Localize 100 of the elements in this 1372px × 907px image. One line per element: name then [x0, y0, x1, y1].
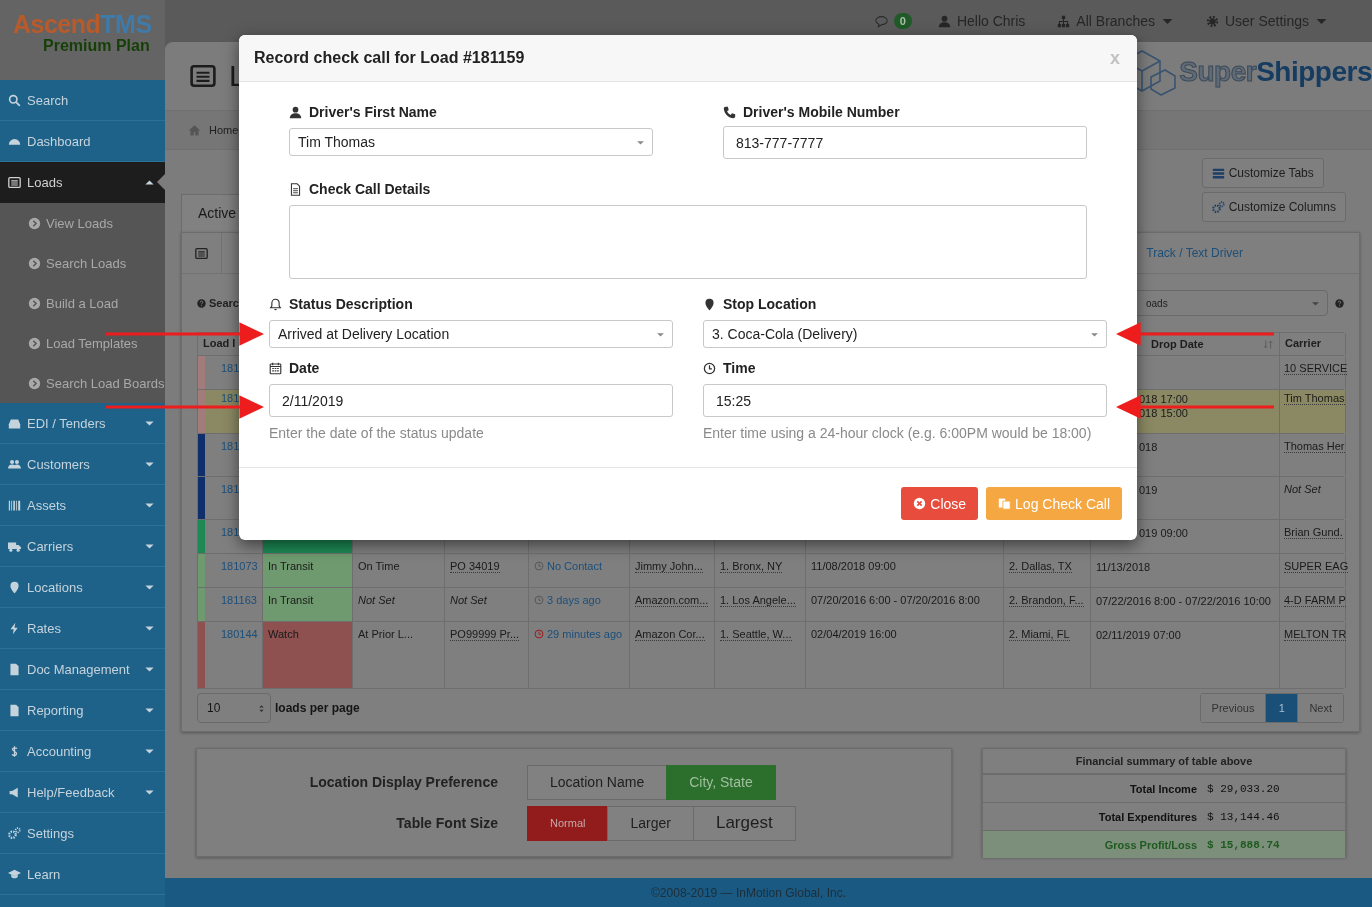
previous-button[interactable]: Previous [1200, 694, 1267, 722]
file-icon [8, 662, 21, 676]
page-button[interactable]: 1 [1266, 694, 1299, 722]
submenu-item[interactable]: View Loads [0, 203, 165, 243]
breadcrumb-link[interactable]: Home [209, 124, 239, 136]
chevron-icon [28, 216, 41, 230]
table-row[interactable]: 181163 In Transit Not Set Not Set 3 days ago Amazon.com... 1. Los Angele... 07/20/2016 6:00 - 07/20/2016 8:00 2. Brandon, F... 07/22/2016 8:00 - 07/22/2016 10:00 4-D FARM P [198, 588, 1344, 622]
track-driver-link[interactable]: Track / Text Driver [1146, 246, 1243, 260]
sort-icon [1263, 337, 1274, 351]
field-label: Check Call Details [309, 181, 431, 197]
list-lines-icon [1211, 166, 1225, 180]
table-cell: Not Set [1284, 483, 1321, 495]
users-icon [8, 457, 21, 471]
select-field[interactable]: Tim Thomas [289, 128, 653, 156]
input-field[interactable]: 813-777-7777 [723, 126, 1087, 159]
option-button[interactable]: City, State [666, 764, 776, 800]
field-label: Driver's First Name [309, 104, 437, 120]
plan-label: Premium Plan [43, 38, 151, 54]
help-text: Enter the date of the status update [269, 425, 485, 441]
table-cell: Thomas Her [1284, 440, 1345, 453]
chevron-icon [28, 296, 41, 310]
search-label: Searc [209, 297, 239, 309]
select-field[interactable]: 3. Coca-Cola (Delivery) [703, 320, 1107, 348]
column-header[interactable]: Carrier [1280, 333, 1346, 355]
table-cell: 3 days ago [534, 594, 601, 606]
option-button[interactable]: Larger [607, 805, 694, 841]
list-icon [189, 63, 217, 89]
option-button[interactable]: Location Name [527, 764, 668, 800]
user-icon [289, 105, 302, 119]
page-size-select[interactable]: 10 [197, 693, 271, 723]
sidebar-item[interactable]: Loads [0, 162, 165, 203]
table-cell: MELTON TR [1284, 628, 1347, 641]
chat-icon [874, 14, 888, 28]
select-field[interactable]: Arrived at Delivery Location [269, 320, 673, 348]
column-header[interactable]: Drop Date [1151, 338, 1204, 350]
document-icon [289, 182, 302, 196]
summary-title: Financial summary of table above [983, 749, 1345, 775]
table-cell: On Time [358, 560, 400, 572]
field-label: Status Description [289, 296, 413, 312]
table-cell: 2. Miami, FL [1009, 628, 1070, 641]
list-icon [8, 175, 21, 189]
load-id-link[interactable]: 181073 [221, 560, 258, 572]
submenu-item[interactable]: Search Loads [0, 243, 165, 283]
clock-icon [703, 361, 716, 375]
pin-icon [703, 297, 716, 311]
summary-value: $ 15,888.74 [1207, 838, 1281, 851]
list-icon [195, 246, 208, 260]
summary-label: Total Income [1129, 782, 1197, 795]
status-cell: In Transit [263, 588, 353, 621]
preference-label: Location Display Preference [308, 774, 498, 790]
brand-logo: SuperShippers [1179, 56, 1372, 88]
page-size-label: loads per page [275, 701, 360, 715]
table-cell: 11/08/2018 09:00 [811, 560, 896, 572]
table-row[interactable]: 180144 Watch At Prior L... PO99999 Pr... 29 minutes ago Amazon Cor... 1. Seattle, W... 02/04/2019 16:00 2. Miami, FL 02/11/2019 07:00 MELTON TR [198, 622, 1344, 689]
close-button[interactable]: Close [901, 487, 979, 520]
sitemap-icon [1057, 14, 1071, 28]
summary-value: $ 29,033.20 [1207, 782, 1281, 795]
app-logo: AscendTMS [13, 10, 153, 38]
status-cell: In Transit [263, 554, 353, 587]
home-icon [188, 123, 201, 137]
table-cell: Not Set [450, 594, 487, 606]
option-button[interactable]: Normal [527, 805, 609, 841]
preference-label: Table Font Size [395, 815, 498, 831]
table-cell: 2. Dallas, TX [1009, 560, 1072, 573]
table-cell: 018 [1139, 440, 1158, 454]
dialog-title: Record check call for Load #181159 [254, 49, 525, 67]
table-cell: 1. Los Angele... [720, 594, 796, 607]
load-id-link[interactable]: 180144 [221, 628, 258, 640]
help-text: Enter time using a 24-hour clock (e.g. 6:00PM would be 18:00) [703, 425, 1093, 441]
table-cell: 2. Brandon, F... [1009, 594, 1084, 607]
submenu-item[interactable]: Search Load Boards [0, 363, 165, 403]
submenu-item[interactable]: Load Templates [0, 323, 165, 363]
input-field[interactable]: 2/11/2019 [269, 384, 673, 417]
table-cell: Jimmy John... [635, 560, 703, 573]
phone-icon [723, 105, 736, 119]
customize-button[interactable]: Customize Columns [1201, 192, 1346, 222]
table-cell: 1. Seattle, W... [720, 628, 792, 641]
table-cell: 019 09:00 [1139, 526, 1188, 540]
truck-icon [8, 539, 21, 553]
question-icon [1335, 298, 1344, 308]
table-cell: 10 SERVICE [1284, 362, 1348, 375]
table-cell: At Prior L... [358, 628, 414, 640]
message-count-badge[interactable]: 0 [893, 13, 912, 29]
clock-icon [534, 595, 544, 605]
customize-button[interactable]: Customize Tabs [1201, 158, 1324, 188]
clock-icon [534, 629, 544, 639]
option-button[interactable]: Largest [692, 805, 796, 841]
submenu-item[interactable]: Build a Load [0, 283, 165, 323]
input-field[interactable]: 15:25 [703, 384, 1107, 417]
chevron-icon [28, 256, 41, 270]
table-cell: PO99999 Pr... [450, 628, 520, 641]
load-id-link[interactable]: 181163 [221, 594, 257, 606]
search-icon [8, 93, 21, 107]
copyright-text: ©2008-2019 — InMotion Global, Inc. [651, 885, 846, 900]
summary-label: Gross Profit/Loss [1104, 838, 1197, 851]
table-cell: Amazon.com... [635, 594, 709, 607]
text-area[interactable] [289, 205, 1087, 279]
field-label: Date [289, 360, 320, 376]
table-cell: 02/04/2019 16:00 [811, 628, 897, 640]
status-cell: Watch [263, 622, 353, 688]
